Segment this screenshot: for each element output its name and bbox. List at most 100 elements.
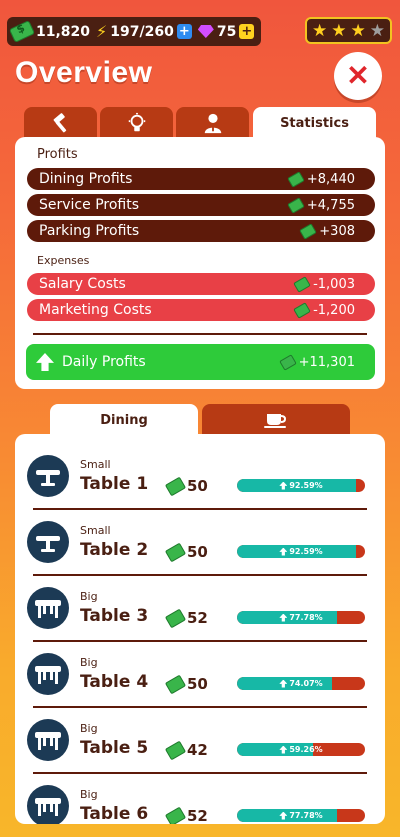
cash-icon bbox=[287, 196, 305, 214]
divider bbox=[33, 333, 367, 335]
table-name: Table 2 bbox=[80, 540, 149, 560]
gem-counter: 75 + bbox=[197, 24, 255, 40]
table-icon bbox=[27, 719, 69, 761]
table-price: 52 bbox=[164, 806, 208, 824]
lightbulb-icon bbox=[128, 112, 145, 132]
star-rating[interactable]: ★ ★ ★ ★ bbox=[305, 17, 392, 44]
cash-icon bbox=[293, 275, 311, 293]
cash-icon bbox=[299, 222, 318, 240]
table-row[interactable]: Big Table 4 50 74.07% bbox=[15, 632, 385, 708]
arrow-up-icon bbox=[279, 745, 288, 754]
table-size: Big bbox=[80, 722, 98, 735]
energy-counter: ⚡ 197/260 + bbox=[96, 23, 192, 40]
profit-amount: +4,755 bbox=[306, 197, 355, 213]
add-energy-button[interactable]: + bbox=[176, 24, 192, 39]
occupancy-percent: 77.78% bbox=[289, 613, 323, 622]
arrow-up-icon bbox=[279, 481, 288, 490]
cash-icon bbox=[164, 608, 187, 628]
cash-icon bbox=[287, 170, 305, 188]
expense-row-marketing: Marketing Costs -1,200 bbox=[27, 299, 375, 321]
energy-amount: 197/260 bbox=[110, 23, 174, 40]
table-price: 52 bbox=[164, 608, 208, 628]
occupancy-label: 92.59% bbox=[237, 479, 365, 492]
occupancy-bar: 92.59% bbox=[237, 545, 365, 558]
table-size: Small bbox=[80, 524, 111, 537]
profit-row-dining: Dining Profits +8,440 bbox=[27, 168, 375, 190]
table-row[interactable]: Small Table 1 50 92.59% bbox=[15, 434, 385, 510]
table-price: 50 bbox=[164, 674, 208, 694]
table-size: Small bbox=[80, 458, 111, 471]
tab-staff[interactable] bbox=[176, 107, 249, 139]
table-name: Table 3 bbox=[80, 606, 149, 626]
occupancy-percent: 77.78% bbox=[289, 811, 323, 820]
daily-profits-left: Daily Profits bbox=[36, 353, 146, 371]
close-button[interactable]: ✕ bbox=[334, 52, 382, 100]
statistics-panel: Profits Dining Profits +8,440 Service Pr… bbox=[15, 137, 385, 389]
expense-amount: -1,200 bbox=[313, 302, 355, 318]
table-row[interactable]: Small Table 2 50 92.59% bbox=[15, 500, 385, 576]
tab-dining-label: Dining bbox=[100, 412, 148, 428]
tab-ideas[interactable] bbox=[100, 107, 173, 139]
small-table-icon bbox=[36, 536, 60, 552]
tab-build[interactable] bbox=[24, 107, 97, 139]
table-price-value: 50 bbox=[187, 675, 208, 693]
profit-amount: +308 bbox=[319, 223, 355, 239]
table-icon bbox=[27, 455, 69, 497]
big-table-icon bbox=[35, 666, 61, 684]
table-row[interactable]: Big Table 6 52 77.78% bbox=[15, 764, 385, 824]
staff-icon bbox=[204, 113, 221, 134]
profits-heading: Profits bbox=[37, 147, 78, 162]
category-tabs: Statistics bbox=[24, 107, 376, 139]
profit-amount: +8,440 bbox=[306, 171, 355, 187]
arrow-up-icon bbox=[279, 613, 288, 622]
occupancy-label: 59.26% bbox=[237, 743, 365, 756]
tab-service[interactable] bbox=[202, 404, 350, 436]
expense-value: -1,200 bbox=[293, 301, 355, 319]
table-price-value: 52 bbox=[187, 807, 208, 824]
tab-statistics[interactable]: Statistics bbox=[253, 107, 376, 139]
occupancy-percent: 92.59% bbox=[289, 547, 323, 556]
table-icon bbox=[27, 587, 69, 629]
arrow-up-icon bbox=[36, 353, 54, 371]
add-gems-button[interactable]: + bbox=[239, 24, 255, 39]
daily-profits-amount: +11,301 bbox=[298, 354, 355, 370]
table-row[interactable]: Big Table 5 42 59.26% bbox=[15, 698, 385, 774]
occupancy-bar: 74.07% bbox=[237, 677, 365, 690]
expense-value: -1,003 bbox=[293, 275, 355, 293]
hammer-icon bbox=[53, 113, 66, 133]
table-name: Table 1 bbox=[80, 474, 149, 494]
expense-label: Salary Costs bbox=[39, 276, 126, 292]
table-price-value: 42 bbox=[187, 741, 208, 759]
table-icon bbox=[27, 785, 69, 824]
cash-icon bbox=[293, 301, 311, 319]
table-size: Big bbox=[80, 590, 98, 603]
profit-value: +8,440 bbox=[287, 170, 355, 188]
cash-icon bbox=[164, 476, 187, 496]
occupancy-bar: 77.78% bbox=[237, 611, 365, 624]
tab-dining[interactable]: Dining bbox=[50, 404, 198, 436]
big-table-icon bbox=[35, 732, 61, 750]
arrow-up-icon bbox=[279, 547, 288, 556]
profit-value: +4,755 bbox=[287, 196, 355, 214]
cash-icon bbox=[164, 806, 187, 824]
occupancy-bar: 92.59% bbox=[237, 479, 365, 492]
small-table-icon bbox=[36, 470, 60, 486]
close-icon: ✕ bbox=[343, 61, 373, 91]
table-price: 50 bbox=[164, 476, 208, 496]
big-table-icon bbox=[35, 798, 61, 816]
table-icon bbox=[27, 521, 69, 563]
table-name: Table 6 bbox=[80, 804, 149, 824]
big-table-icon bbox=[35, 600, 61, 618]
table-row[interactable]: Big Table 3 52 77.78% bbox=[15, 566, 385, 642]
table-size: Big bbox=[80, 788, 98, 801]
occupancy-bar: 77.78% bbox=[237, 809, 365, 822]
table-price-value: 52 bbox=[187, 609, 208, 627]
profit-row-parking: Parking Profits +308 bbox=[27, 220, 375, 242]
occupancy-label: 77.78% bbox=[237, 809, 365, 822]
table-price-value: 50 bbox=[187, 477, 208, 495]
profit-label: Dining Profits bbox=[39, 171, 133, 187]
occupancy-label: 92.59% bbox=[237, 545, 365, 558]
resource-bar: 11,820 ⚡ 197/260 + 75 + bbox=[7, 17, 261, 46]
table-price-value: 50 bbox=[187, 543, 208, 561]
cash-icon bbox=[164, 740, 187, 760]
